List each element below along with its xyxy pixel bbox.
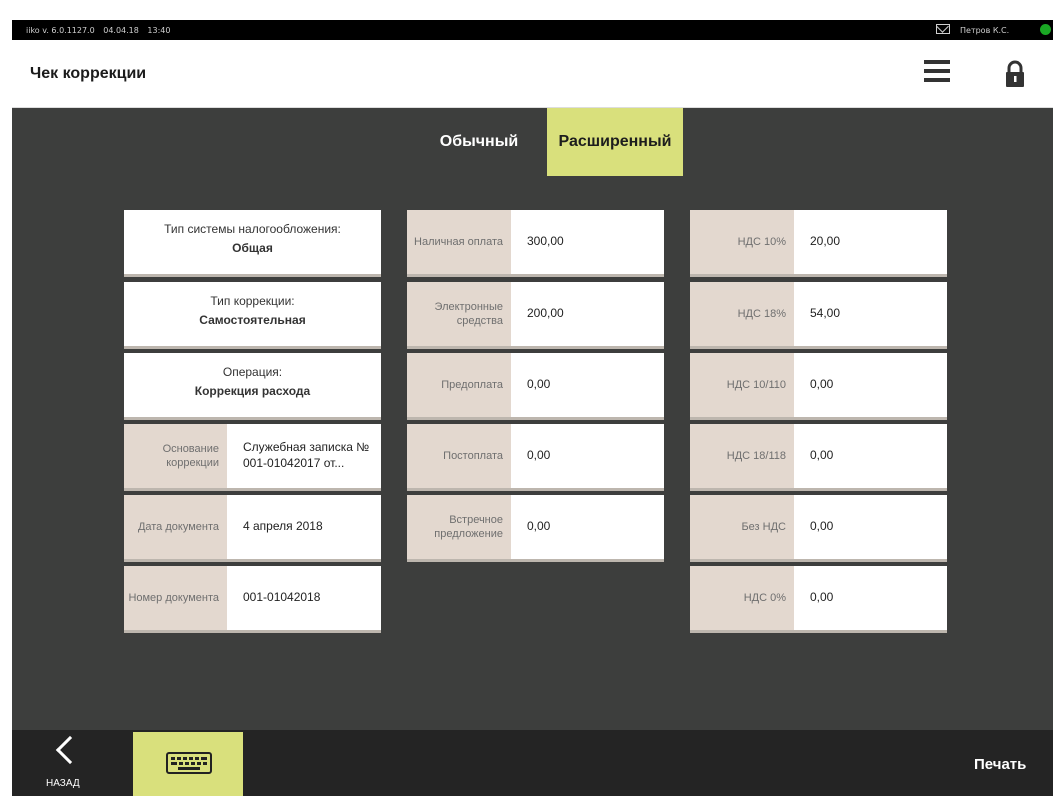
print-button[interactable]: Печать xyxy=(974,756,1026,773)
vat-10-value: 20,00 xyxy=(810,234,841,249)
document-date-label: Дата документа xyxy=(124,495,227,559)
tab-normal[interactable]: Обычный xyxy=(412,108,546,176)
back-label: НАЗАД xyxy=(46,778,80,789)
document-date-value: 4 апреля 2018 xyxy=(243,519,323,534)
payment-cash-value: 300,00 xyxy=(527,234,564,249)
vat-10-110-label: НДС 10/110 xyxy=(690,353,794,417)
vat-18-label: НДС 18% xyxy=(690,282,794,346)
operation-field[interactable]: Операция: Коррекция расхода xyxy=(124,353,381,420)
back-button[interactable]: НАЗАД xyxy=(38,730,98,796)
vat-18-118-label: НДС 18/118 xyxy=(690,424,794,488)
user-name[interactable]: Петров К.С. xyxy=(960,26,1009,35)
correction-reason-value: Служебная записка № 001-01042017 от... xyxy=(243,440,370,470)
status-info: iiko v. 6.0.1127.0 04.04.18 13:40 xyxy=(26,26,176,35)
vat-0-value: 0,00 xyxy=(810,590,834,605)
correction-reason-label: Основание коррекции xyxy=(124,424,227,488)
tax-system-label: Тип системы налогообложения: xyxy=(164,222,341,236)
vat-none-value: 0,00 xyxy=(810,519,834,534)
payment-postpayment-label: Постоплата xyxy=(407,424,511,488)
status-time: 13:40 xyxy=(147,26,171,35)
correction-type-field[interactable]: Тип коррекции: Самостоятельная xyxy=(124,282,381,349)
operation-label: Операция: xyxy=(222,365,283,379)
lock-icon[interactable] xyxy=(1005,60,1025,88)
payment-prepayment-label: Предоплата xyxy=(407,353,511,417)
status-bar: iiko v. 6.0.1127.0 04.04.18 13:40 Петров… xyxy=(12,20,1053,40)
correction-type-value: Самостоятельная xyxy=(199,313,306,327)
mail-icon[interactable] xyxy=(936,24,950,34)
bottom-bar: НАЗАД Печать xyxy=(12,730,1053,796)
payment-cash-label: Наличная оплата xyxy=(407,210,511,274)
vat-18-field[interactable]: НДС 18% 54,00 xyxy=(690,282,947,349)
connection-status-icon xyxy=(1040,24,1051,35)
keyboard-button[interactable] xyxy=(133,732,243,796)
payment-electronic-field[interactable]: Электронные средства 200,00 xyxy=(407,282,664,349)
vat-18-118-field[interactable]: НДС 18/118 0,00 xyxy=(690,424,947,491)
payment-prepayment-field[interactable]: Предоплата 0,00 xyxy=(407,353,664,420)
tax-system-field[interactable]: Тип системы налогообложения: Общая xyxy=(124,210,381,277)
vat-10-110-value: 0,00 xyxy=(810,377,834,392)
keyboard-icon xyxy=(166,752,212,774)
tax-system-value: Общая xyxy=(232,241,273,255)
payment-cash-field[interactable]: Наличная оплата 300,00 xyxy=(407,210,664,277)
tab-extended[interactable]: Расширенный xyxy=(547,108,683,176)
document-date-field[interactable]: Дата документа 4 апреля 2018 xyxy=(124,495,381,562)
header: Чек коррекции xyxy=(12,40,1053,108)
payment-prepayment-value: 0,00 xyxy=(527,377,551,392)
vat-10-label: НДС 10% xyxy=(690,210,794,274)
chevron-left-icon xyxy=(55,735,85,765)
vat-18-value: 54,00 xyxy=(810,306,841,321)
vat-0-label: НДС 0% xyxy=(690,566,794,630)
vat-0-field[interactable]: НДС 0% 0,00 xyxy=(690,566,947,633)
vat-10-110-field[interactable]: НДС 10/110 0,00 xyxy=(690,353,947,420)
correction-type-label: Тип коррекции: xyxy=(210,294,295,308)
payment-postpayment-value: 0,00 xyxy=(527,448,551,463)
page-title: Чек коррекции xyxy=(30,65,147,82)
document-number-field[interactable]: Номер документа 001-01042018 xyxy=(124,566,381,633)
vat-10-field[interactable]: НДС 10% 20,00 xyxy=(690,210,947,277)
payment-counter-offer-value: 0,00 xyxy=(527,519,551,534)
hamburger-menu-icon[interactable] xyxy=(924,60,950,86)
app-window: iiko v. 6.0.1127.0 04.04.18 13:40 Петров… xyxy=(12,20,1053,796)
payment-counter-offer-field[interactable]: Встречное предложение 0,00 xyxy=(407,495,664,562)
document-number-value: 001-01042018 xyxy=(243,590,321,605)
payment-electronic-value: 200,00 xyxy=(527,306,564,321)
vat-none-field[interactable]: Без НДС 0,00 xyxy=(690,495,947,562)
document-number-label: Номер документа xyxy=(124,566,227,630)
status-date: 04.04.18 xyxy=(103,26,139,35)
vat-18-118-value: 0,00 xyxy=(810,448,834,463)
vat-none-label: Без НДС xyxy=(690,495,794,559)
payment-postpayment-field[interactable]: Постоплата 0,00 xyxy=(407,424,664,491)
correction-reason-field[interactable]: Основание коррекции Служебная записка № … xyxy=(124,424,381,491)
version-text: iiko v. 6.0.1127.0 xyxy=(26,26,95,35)
operation-value: Коррекция расхода xyxy=(194,384,311,398)
payment-electronic-label: Электронные средства xyxy=(407,282,511,346)
payment-counter-offer-label: Встречное предложение xyxy=(407,495,511,559)
